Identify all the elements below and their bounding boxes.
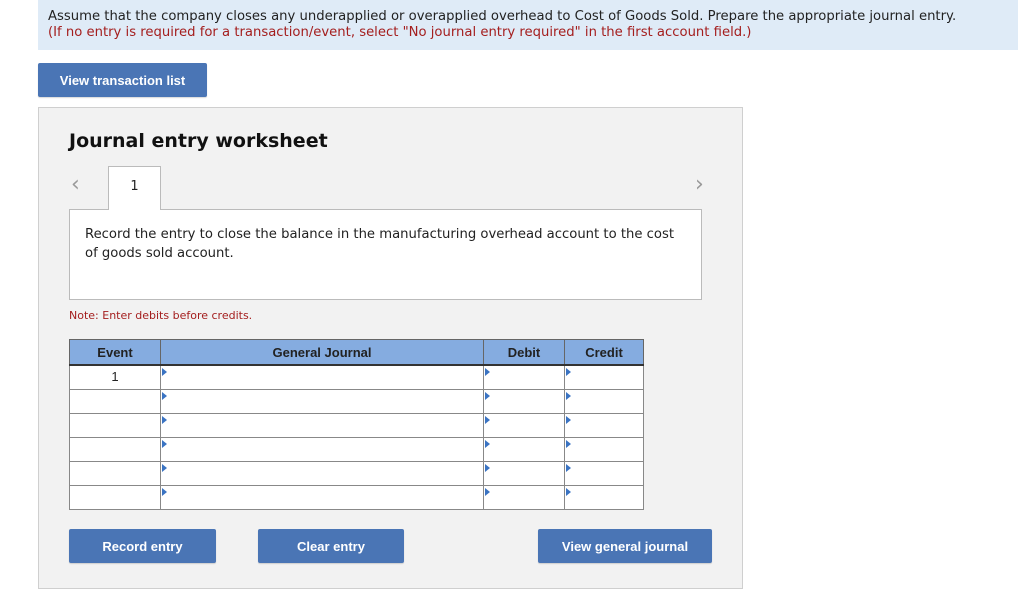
debits-note: Note: Enter debits before credits.: [69, 309, 253, 322]
account-dropdown-value[interactable]: [161, 390, 483, 413]
account-dropdown-value[interactable]: [161, 414, 483, 437]
table-row: 1: [69, 364, 644, 390]
debit-input-value[interactable]: [484, 486, 564, 509]
account-dropdown[interactable]: [160, 364, 484, 390]
caret-right-icon: [485, 416, 490, 424]
credit-input-value[interactable]: [565, 486, 643, 509]
record-entry-button[interactable]: Record entry: [69, 529, 216, 563]
account-dropdown[interactable]: [160, 413, 484, 438]
instruction-text: Assume that the company closes any under…: [48, 9, 957, 24]
debit-input[interactable]: [483, 461, 565, 486]
account-dropdown-value[interactable]: [161, 366, 483, 389]
journal-entry-worksheet: Journal entry worksheet ‹ › 1 Record the…: [38, 107, 743, 589]
caret-right-icon: [485, 368, 490, 376]
table-row: [69, 461, 644, 486]
caret-right-icon: [485, 464, 490, 472]
caret-right-icon: [566, 464, 571, 472]
table-row: [69, 413, 644, 438]
debit-input[interactable]: [483, 413, 565, 438]
credit-input[interactable]: [564, 413, 644, 438]
debit-input-value[interactable]: [484, 390, 564, 413]
credit-input-value[interactable]: [565, 366, 643, 389]
worksheet-title: Journal entry worksheet: [69, 130, 328, 152]
tab-entry-1[interactable]: 1: [108, 166, 161, 210]
account-dropdown-value[interactable]: [161, 438, 483, 461]
caret-right-icon: [566, 440, 571, 448]
header-debit: Debit: [483, 339, 565, 366]
caret-right-icon: [162, 488, 167, 496]
event-cell: [69, 389, 161, 414]
credit-input-value[interactable]: [565, 414, 643, 437]
debit-input-value[interactable]: [484, 414, 564, 437]
event-cell: 1: [69, 364, 161, 390]
event-cell: [69, 437, 161, 462]
debit-input[interactable]: [483, 389, 565, 414]
caret-right-icon: [566, 416, 571, 424]
credit-input-value[interactable]: [565, 390, 643, 413]
credit-input[interactable]: [564, 437, 644, 462]
view-general-journal-button[interactable]: View general journal: [538, 529, 712, 563]
account-dropdown[interactable]: [160, 389, 484, 414]
event-cell: [69, 461, 161, 486]
credit-input[interactable]: [564, 485, 644, 510]
caret-right-icon: [162, 440, 167, 448]
chevron-right-icon[interactable]: ›: [695, 172, 704, 197]
view-transaction-list-button[interactable]: View transaction list: [38, 63, 207, 97]
caret-right-icon: [566, 368, 571, 376]
credit-input[interactable]: [564, 364, 644, 390]
caret-right-icon: [485, 440, 490, 448]
instructions-banner: Assume that the company closes any under…: [38, 0, 1018, 50]
table-row: [69, 389, 644, 414]
clear-entry-button[interactable]: Clear entry: [258, 529, 404, 563]
caret-right-icon: [566, 392, 571, 400]
chevron-left-icon[interactable]: ‹: [71, 172, 80, 197]
header-general-journal: General Journal: [160, 339, 484, 366]
account-dropdown[interactable]: [160, 437, 484, 462]
credit-input-value[interactable]: [565, 438, 643, 461]
event-cell: [69, 413, 161, 438]
debit-input-value[interactable]: [484, 366, 564, 389]
table-row: [69, 485, 644, 510]
header-event: Event: [69, 339, 161, 366]
entry-description: Record the entry to close the balance in…: [69, 209, 702, 300]
account-dropdown[interactable]: [160, 461, 484, 486]
credit-input-value[interactable]: [565, 462, 643, 485]
debit-input-value[interactable]: [484, 462, 564, 485]
caret-right-icon: [566, 488, 571, 496]
account-dropdown-value[interactable]: [161, 462, 483, 485]
credit-input[interactable]: [564, 389, 644, 414]
credit-input[interactable]: [564, 461, 644, 486]
header-credit: Credit: [564, 339, 644, 366]
caret-right-icon: [485, 488, 490, 496]
debit-input-value[interactable]: [484, 438, 564, 461]
caret-right-icon: [162, 392, 167, 400]
account-dropdown[interactable]: [160, 485, 484, 510]
debit-input[interactable]: [483, 485, 565, 510]
instruction-hint: (If no entry is required for a transacti…: [48, 25, 752, 40]
debit-input[interactable]: [483, 437, 565, 462]
caret-right-icon: [162, 464, 167, 472]
caret-right-icon: [485, 392, 490, 400]
debit-input[interactable]: [483, 364, 565, 390]
caret-right-icon: [162, 416, 167, 424]
table-header-row: Event General Journal Debit Credit: [69, 339, 644, 366]
journal-table: Event General Journal Debit Credit 1: [69, 339, 644, 510]
account-dropdown-value[interactable]: [161, 486, 483, 509]
caret-right-icon: [162, 368, 167, 376]
table-row: [69, 437, 644, 462]
event-cell: [69, 485, 161, 510]
